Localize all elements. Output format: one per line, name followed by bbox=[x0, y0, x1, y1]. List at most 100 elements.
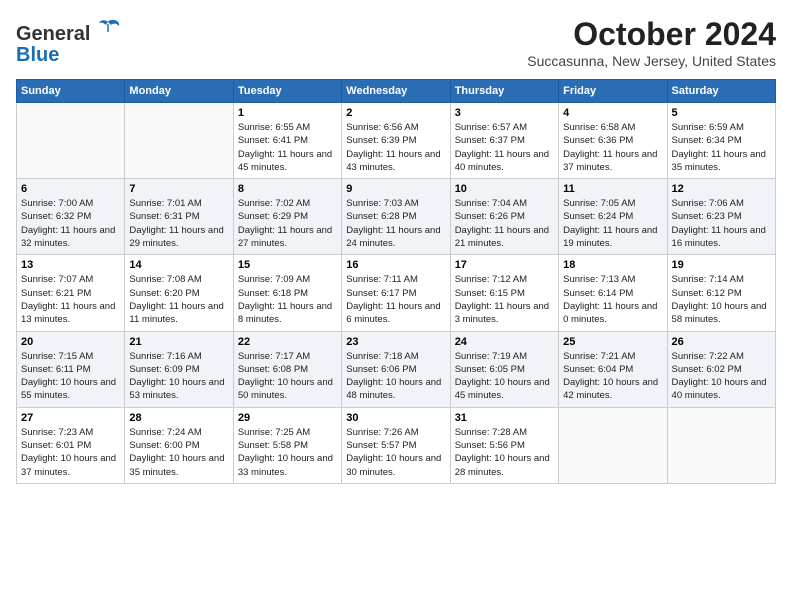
calendar-table: SundayMondayTuesdayWednesdayThursdayFrid… bbox=[16, 79, 776, 484]
calendar-week-2: 6 Sunrise: 7:00 AM Sunset: 6:32 PM Daylig… bbox=[17, 179, 776, 255]
day-number: 25 bbox=[563, 336, 662, 348]
day-info: Sunrise: 7:13 AM Sunset: 6:14 PM Dayligh… bbox=[563, 273, 662, 326]
calendar-cell: 26 Sunrise: 7:22 AM Sunset: 6:02 PM Dayli… bbox=[667, 331, 775, 407]
calendar-cell: 4Sunrise: 6:58 AM Sunset: 6:36 PM Daylig… bbox=[559, 103, 667, 179]
calendar-week-5: 27 Sunrise: 7:23 AM Sunset: 6:01 PM Dayli… bbox=[17, 407, 776, 483]
calendar-cell bbox=[17, 103, 125, 179]
calendar-cell: 11 Sunrise: 7:05 AM Sunset: 6:24 PM Dayli… bbox=[559, 179, 667, 255]
day-number: 18 bbox=[563, 259, 662, 271]
calendar-cell: 15 Sunrise: 7:09 AM Sunset: 6:18 PM Dayli… bbox=[233, 255, 341, 331]
weekday-header-monday: Monday bbox=[125, 80, 233, 103]
day-number: 20 bbox=[21, 336, 120, 348]
day-info: Sunrise: 7:01 AM Sunset: 6:31 PM Dayligh… bbox=[129, 197, 228, 250]
weekday-header-row: SundayMondayTuesdayWednesdayThursdayFrid… bbox=[17, 80, 776, 103]
day-number: 15 bbox=[238, 259, 337, 271]
day-number: 7 bbox=[129, 183, 228, 195]
logo: General Blue bbox=[16, 16, 121, 65]
day-number: 16 bbox=[346, 259, 445, 271]
day-info: Sunrise: 7:17 AM Sunset: 6:08 PM Dayligh… bbox=[238, 350, 337, 403]
day-info: Sunrise: 7:23 AM Sunset: 6:01 PM Dayligh… bbox=[21, 426, 120, 479]
calendar-cell: 21 Sunrise: 7:16 AM Sunset: 6:09 PM Dayli… bbox=[125, 331, 233, 407]
day-info: Sunrise: 7:04 AM Sunset: 6:26 PM Dayligh… bbox=[455, 197, 554, 250]
day-info: Sunrise: 7:21 AM Sunset: 6:04 PM Dayligh… bbox=[563, 350, 662, 403]
calendar-week-4: 20 Sunrise: 7:15 AM Sunset: 6:11 PM Dayli… bbox=[17, 331, 776, 407]
day-info: Sunrise: 7:25 AM Sunset: 5:58 PM Dayligh… bbox=[238, 426, 337, 479]
day-info: Sunrise: 7:24 AM Sunset: 6:00 PM Dayligh… bbox=[129, 426, 228, 479]
day-number: 6 bbox=[21, 183, 120, 195]
day-number: 22 bbox=[238, 336, 337, 348]
calendar-cell: 19Sunrise: 7:14 AM Sunset: 6:12 PM Dayli… bbox=[667, 255, 775, 331]
calendar-cell: 29 Sunrise: 7:25 AM Sunset: 5:58 PM Dayli… bbox=[233, 407, 341, 483]
day-info: Sunrise: 7:19 AM Sunset: 6:05 PM Dayligh… bbox=[455, 350, 554, 403]
day-info: Sunrise: 7:12 AM Sunset: 6:15 PM Dayligh… bbox=[455, 273, 554, 326]
page-header: General Blue October 2024 Succasunna, Ne… bbox=[16, 16, 776, 69]
calendar-cell: 27 Sunrise: 7:23 AM Sunset: 6:01 PM Dayli… bbox=[17, 407, 125, 483]
day-number: 19 bbox=[672, 259, 771, 271]
day-number: 12 bbox=[672, 183, 771, 195]
day-info: Sunrise: 6:57 AM Sunset: 6:37 PM Dayligh… bbox=[455, 121, 554, 174]
day-number: 27 bbox=[21, 412, 120, 424]
day-number: 1 bbox=[238, 107, 337, 119]
day-info: Sunrise: 7:05 AM Sunset: 6:24 PM Dayligh… bbox=[563, 197, 662, 250]
calendar-cell: 23Sunrise: 7:18 AM Sunset: 6:06 PM Dayli… bbox=[342, 331, 450, 407]
day-info: Sunrise: 7:00 AM Sunset: 6:32 PM Dayligh… bbox=[21, 197, 120, 250]
day-info: Sunrise: 7:07 AM Sunset: 6:21 PM Dayligh… bbox=[21, 273, 120, 326]
day-number: 30 bbox=[346, 412, 445, 424]
day-number: 3 bbox=[455, 107, 554, 119]
day-number: 5 bbox=[672, 107, 771, 119]
calendar-cell: 3 Sunrise: 6:57 AM Sunset: 6:37 PM Daylig… bbox=[450, 103, 558, 179]
day-number: 9 bbox=[346, 183, 445, 195]
day-info: Sunrise: 7:28 AM Sunset: 5:56 PM Dayligh… bbox=[455, 426, 554, 479]
calendar-cell: 24 Sunrise: 7:19 AM Sunset: 6:05 PM Dayli… bbox=[450, 331, 558, 407]
day-info: Sunrise: 7:15 AM Sunset: 6:11 PM Dayligh… bbox=[21, 350, 120, 403]
day-number: 21 bbox=[129, 336, 228, 348]
day-info: Sunrise: 7:22 AM Sunset: 6:02 PM Dayligh… bbox=[672, 350, 771, 403]
weekday-header-wednesday: Wednesday bbox=[342, 80, 450, 103]
calendar-week-1: 1 Sunrise: 6:55 AM Sunset: 6:41 PM Daylig… bbox=[17, 103, 776, 179]
day-info: Sunrise: 7:08 AM Sunset: 6:20 PM Dayligh… bbox=[129, 273, 228, 326]
calendar-cell: 6 Sunrise: 7:00 AM Sunset: 6:32 PM Daylig… bbox=[17, 179, 125, 255]
day-info: Sunrise: 7:02 AM Sunset: 6:29 PM Dayligh… bbox=[238, 197, 337, 250]
weekday-header-saturday: Saturday bbox=[667, 80, 775, 103]
calendar-cell bbox=[125, 103, 233, 179]
day-number: 31 bbox=[455, 412, 554, 424]
day-number: 10 bbox=[455, 183, 554, 195]
day-info: Sunrise: 7:16 AM Sunset: 6:09 PM Dayligh… bbox=[129, 350, 228, 403]
day-number: 14 bbox=[129, 259, 228, 271]
day-info: Sunrise: 6:55 AM Sunset: 6:41 PM Dayligh… bbox=[238, 121, 337, 174]
day-number: 28 bbox=[129, 412, 228, 424]
day-info: Sunrise: 6:56 AM Sunset: 6:39 PM Dayligh… bbox=[346, 121, 445, 174]
calendar-cell: 8 Sunrise: 7:02 AM Sunset: 6:29 PM Daylig… bbox=[233, 179, 341, 255]
day-info: Sunrise: 7:11 AM Sunset: 6:17 PM Dayligh… bbox=[346, 273, 445, 326]
day-number: 8 bbox=[238, 183, 337, 195]
logo-bird-icon bbox=[95, 18, 121, 40]
calendar-cell: 1 Sunrise: 6:55 AM Sunset: 6:41 PM Daylig… bbox=[233, 103, 341, 179]
day-info: Sunrise: 7:26 AM Sunset: 5:57 PM Dayligh… bbox=[346, 426, 445, 479]
day-number: 29 bbox=[238, 412, 337, 424]
day-number: 26 bbox=[672, 336, 771, 348]
calendar-cell: 5 Sunrise: 6:59 AM Sunset: 6:34 PM Daylig… bbox=[667, 103, 775, 179]
calendar-cell bbox=[667, 407, 775, 483]
calendar-cell: 16 Sunrise: 7:11 AM Sunset: 6:17 PM Dayli… bbox=[342, 255, 450, 331]
calendar-cell bbox=[559, 407, 667, 483]
calendar-cell: 28 Sunrise: 7:24 AM Sunset: 6:00 PM Dayli… bbox=[125, 407, 233, 483]
day-number: 11 bbox=[563, 183, 662, 195]
weekday-header-tuesday: Tuesday bbox=[233, 80, 341, 103]
day-info: Sunrise: 6:59 AM Sunset: 6:34 PM Dayligh… bbox=[672, 121, 771, 174]
calendar-week-3: 13Sunrise: 7:07 AM Sunset: 6:21 PM Dayli… bbox=[17, 255, 776, 331]
day-number: 24 bbox=[455, 336, 554, 348]
calendar-cell: 2Sunrise: 6:56 AM Sunset: 6:39 PM Daylig… bbox=[342, 103, 450, 179]
calendar-cell: 22 Sunrise: 7:17 AM Sunset: 6:08 PM Dayli… bbox=[233, 331, 341, 407]
calendar-cell: 30 Sunrise: 7:26 AM Sunset: 5:57 PM Dayli… bbox=[342, 407, 450, 483]
weekday-header-thursday: Thursday bbox=[450, 80, 558, 103]
day-info: Sunrise: 7:09 AM Sunset: 6:18 PM Dayligh… bbox=[238, 273, 337, 326]
logo-general: General bbox=[16, 23, 90, 45]
calendar-cell: 14 Sunrise: 7:08 AM Sunset: 6:20 PM Dayli… bbox=[125, 255, 233, 331]
calendar-cell: 25 Sunrise: 7:21 AM Sunset: 6:04 PM Dayli… bbox=[559, 331, 667, 407]
day-info: Sunrise: 6:58 AM Sunset: 6:36 PM Dayligh… bbox=[563, 121, 662, 174]
weekday-header-sunday: Sunday bbox=[17, 80, 125, 103]
calendar-cell: 31 Sunrise: 7:28 AM Sunset: 5:56 PM Dayli… bbox=[450, 407, 558, 483]
day-info: Sunrise: 7:18 AM Sunset: 6:06 PM Dayligh… bbox=[346, 350, 445, 403]
day-info: Sunrise: 7:03 AM Sunset: 6:28 PM Dayligh… bbox=[346, 197, 445, 250]
day-number: 17 bbox=[455, 259, 554, 271]
